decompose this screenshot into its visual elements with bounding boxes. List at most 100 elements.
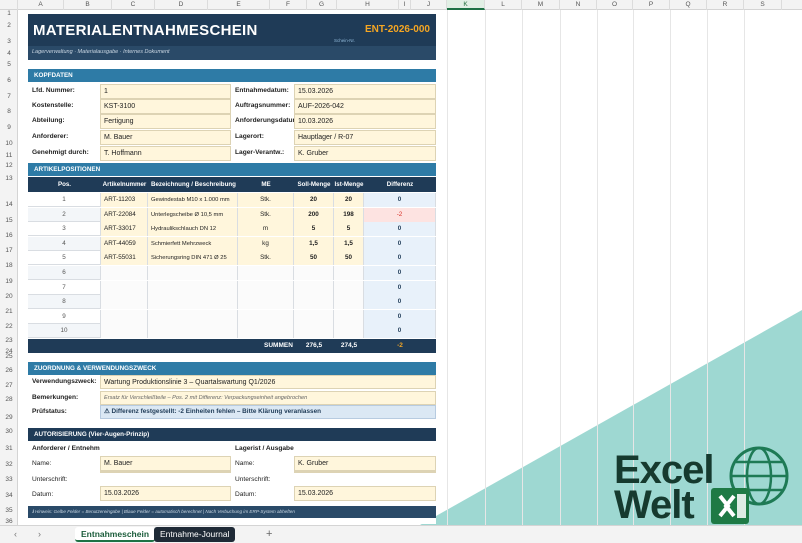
cell-soll[interactable]: 1,5 xyxy=(294,236,334,251)
cell-soll[interactable] xyxy=(294,295,334,310)
row-header-14[interactable]: 14 xyxy=(0,201,18,208)
row-header-5[interactable]: 5 xyxy=(0,61,18,68)
cell-ist[interactable] xyxy=(334,309,364,324)
zweck-field[interactable]: Wartung Produktionslinie 3 – Quartalswar… xyxy=(100,375,436,389)
cell-bez[interactable] xyxy=(148,295,238,310)
row-header-32[interactable]: 32 xyxy=(0,461,18,468)
column-header-n[interactable]: N xyxy=(560,0,597,10)
column-header-f[interactable]: F xyxy=(270,0,307,10)
cell-nr[interactable]: ART-22084 xyxy=(101,207,148,222)
row-header-23[interactable]: 23 xyxy=(0,337,18,344)
cell-me[interactable]: kg xyxy=(238,236,294,251)
row-header-16[interactable]: 16 xyxy=(0,232,18,239)
cell-ist[interactable]: 50 xyxy=(334,251,364,266)
auth-right-name-field[interactable]: K. Gruber xyxy=(294,456,436,471)
column-header-k[interactable]: K xyxy=(447,0,485,10)
scroll-left-icon[interactable]: ‹ xyxy=(14,529,17,539)
column-header-c[interactable]: C xyxy=(112,0,155,10)
cell-soll[interactable]: 50 xyxy=(294,251,334,266)
cell-ist[interactable] xyxy=(334,295,364,310)
row-header-25[interactable]: 25 xyxy=(0,353,18,360)
kopf-field-2[interactable]: Fertigung xyxy=(100,114,231,129)
row-header-17[interactable]: 17 xyxy=(0,247,18,254)
row-header-3[interactable]: 3 xyxy=(0,38,18,45)
cell-ist[interactable]: 20 xyxy=(334,193,364,207)
row-header-30[interactable]: 30 xyxy=(0,428,18,435)
row-header-7[interactable]: 7 xyxy=(0,93,18,100)
row-header-35[interactable]: 35 xyxy=(0,507,18,514)
cell-bez[interactable]: Unterlegscheibe Ø 10,5 mm xyxy=(148,207,238,222)
auth-left-date-field[interactable]: 15.03.2026 xyxy=(100,486,231,501)
cell-ist[interactable] xyxy=(334,324,364,339)
row-header-9[interactable]: 9 xyxy=(0,124,18,131)
tab-entnahme-journal[interactable]: Entnahme-Journal xyxy=(154,527,236,542)
kopf-right-field-1[interactable]: AUF-2026-042 xyxy=(294,99,436,114)
cell-ist[interactable]: 1,5 xyxy=(334,236,364,251)
column-header-r[interactable]: R xyxy=(707,0,744,10)
column-header-b[interactable]: B xyxy=(64,0,112,10)
kopf-right-field-2[interactable]: 10.03.2026 xyxy=(294,114,436,129)
column-header-p[interactable]: P xyxy=(633,0,670,10)
cell-nr[interactable] xyxy=(101,280,148,295)
column-header-j[interactable]: J xyxy=(411,0,447,10)
row-header-29[interactable]: 29 xyxy=(0,414,18,421)
row-header-21[interactable]: 21 xyxy=(0,308,18,315)
bemerkungen-field[interactable]: Ersatz für Verschleißteile – Pos. 2 mit … xyxy=(100,391,436,405)
cell-me[interactable] xyxy=(238,324,294,339)
cell-me[interactable] xyxy=(238,280,294,295)
row-header-20[interactable]: 20 xyxy=(0,293,18,300)
row-header-15[interactable]: 15 xyxy=(0,217,18,224)
column-header-a[interactable]: A xyxy=(18,0,64,10)
cell-bez[interactable] xyxy=(148,309,238,324)
cell-bez[interactable] xyxy=(148,266,238,280)
kopf-right-field-3[interactable]: Hauptlager / R-07 xyxy=(294,130,436,145)
cell-nr[interactable]: ART-55031 xyxy=(101,251,148,266)
row-header-34[interactable]: 34 xyxy=(0,492,18,499)
row-header-4[interactable]: 4 xyxy=(0,50,18,57)
cell-bez[interactable] xyxy=(148,324,238,339)
column-header-i[interactable]: I xyxy=(399,0,411,10)
row-header-10[interactable]: 10 xyxy=(0,140,18,147)
row-header-13[interactable]: 13 xyxy=(0,175,18,182)
column-header-q[interactable]: Q xyxy=(670,0,707,10)
column-header-s[interactable]: S xyxy=(744,0,782,10)
cell-soll[interactable]: 5 xyxy=(294,222,334,237)
cell-me[interactable]: m xyxy=(238,222,294,237)
cell-soll[interactable]: 20 xyxy=(294,193,334,207)
row-header-33[interactable]: 33 xyxy=(0,476,18,483)
row-header-31[interactable]: 31 xyxy=(0,445,18,452)
column-header-o[interactable]: O xyxy=(597,0,633,10)
select-all-corner[interactable] xyxy=(0,0,18,10)
cell-bez[interactable] xyxy=(148,280,238,295)
cell-ist[interactable]: 5 xyxy=(334,222,364,237)
add-sheet-button[interactable]: + xyxy=(266,528,272,540)
row-header-28[interactable]: 28 xyxy=(0,396,18,403)
column-header-d[interactable]: D xyxy=(155,0,208,10)
row-header-22[interactable]: 22 xyxy=(0,323,18,330)
cell-nr[interactable] xyxy=(101,324,148,339)
cell-me[interactable]: Stk. xyxy=(238,251,294,266)
row-header-12[interactable]: 12 xyxy=(0,162,18,169)
cell-ist[interactable] xyxy=(334,280,364,295)
scroll-right-icon[interactable]: › xyxy=(38,529,41,539)
row-header-18[interactable]: 18 xyxy=(0,262,18,269)
cell-me[interactable] xyxy=(238,266,294,280)
cell-soll[interactable] xyxy=(294,324,334,339)
column-header-l[interactable]: L xyxy=(485,0,522,10)
row-header-27[interactable]: 27 xyxy=(0,382,18,389)
column-header-g[interactable]: G xyxy=(307,0,337,10)
cell-nr[interactable]: ART-44059 xyxy=(101,236,148,251)
cell-soll[interactable] xyxy=(294,266,334,280)
row-header-11[interactable]: 11 xyxy=(0,152,18,159)
kopf-field-1[interactable]: KST-3100 xyxy=(100,99,231,114)
kopf-field-4[interactable]: T. Hoffmann xyxy=(100,146,231,161)
cell-bez[interactable]: Sicherungsring DIN 471 Ø 25 xyxy=(148,251,238,266)
auth-left-sign-field[interactable] xyxy=(100,471,231,473)
auth-right-sign-field[interactable] xyxy=(294,471,436,473)
kopf-right-field-4[interactable]: K. Gruber xyxy=(294,146,436,161)
cell-ist[interactable] xyxy=(334,266,364,280)
cell-me[interactable]: Stk. xyxy=(238,207,294,222)
row-header-36[interactable]: 36 xyxy=(0,518,18,525)
cell-soll[interactable]: 200 xyxy=(294,207,334,222)
row-header-1[interactable]: 1 xyxy=(0,10,18,17)
